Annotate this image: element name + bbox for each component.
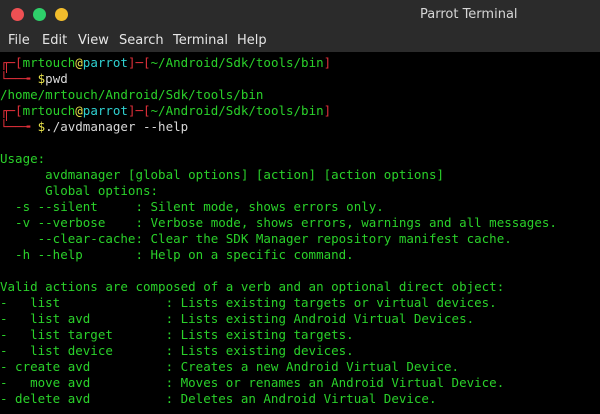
prompt-path: ~/Android/Sdk/tools/bin (150, 103, 324, 118)
minimize-window-button[interactable] (55, 8, 68, 21)
menu-view[interactable]: View (78, 33, 109, 48)
help-line: -h --help : Help on a specific command. (0, 247, 354, 262)
maximize-window-button[interactable] (33, 8, 46, 21)
window-title: Parrot Terminal (420, 7, 518, 22)
help-line: -v --verbose : Verbose mode, shows error… (0, 215, 557, 230)
command-line: └──╼ $./avdmanager --help (0, 119, 189, 134)
menu-search[interactable]: Search (119, 33, 164, 48)
menu-bar: File Edit View Search Terminal Help (0, 30, 600, 52)
help-line: - list : Lists existing targets or virtu… (0, 295, 497, 310)
prompt-host: parrot (82, 55, 128, 70)
prompt-path: ~/Android/Sdk/tools/bin (150, 55, 324, 70)
command-text: pwd (45, 71, 68, 86)
help-line: -s --silent : Silent mode, shows errors … (0, 199, 384, 214)
pwd-output: /home/mrtouch/Android/Sdk/tools/bin (0, 87, 264, 102)
menu-help[interactable]: Help (237, 33, 267, 48)
help-line: - move avd : Moves or renames an Android… (0, 375, 505, 390)
command-line: └──╼ $pwd (0, 71, 68, 86)
terminal-output[interactable]: ┌─[mrtouch@parrot]─[~/Android/Sdk/tools/… (0, 52, 600, 414)
menu-file[interactable]: File (8, 33, 30, 48)
prompt-line: ┌─[mrtouch@parrot]─[~/Android/Sdk/tools/… (0, 103, 332, 118)
menu-edit[interactable]: Edit (42, 33, 67, 48)
help-line: Usage: (0, 151, 46, 166)
help-line: - list avd : Lists existing Android Virt… (0, 311, 475, 326)
help-line: - list device : Lists existing devices. (0, 343, 354, 358)
prompt-user: mrtouch (22, 55, 76, 70)
prompt-host: parrot (82, 103, 128, 118)
help-line: - list target : Lists existing targets. (0, 327, 354, 342)
help-line: --clear-cache: Clear the SDK Manager rep… (0, 231, 512, 246)
command-text: ./avdmanager --help (45, 119, 189, 134)
prompt-at: @ (75, 55, 83, 70)
close-window-button[interactable] (11, 8, 24, 21)
terminal-window: Parrot Terminal File Edit View Search Te… (0, 0, 600, 414)
title-bar: Parrot Terminal (0, 0, 600, 30)
prompt-user: mrtouch (22, 103, 76, 118)
help-line: Valid actions are composed of a verb and… (0, 279, 505, 294)
help-line: - create avd : Creates a new Android Vir… (0, 359, 460, 374)
help-line: - delete avd : Deletes an Android Virtua… (0, 391, 437, 406)
help-line: avdmanager [global options] [action] [ac… (0, 167, 445, 182)
menu-terminal[interactable]: Terminal (173, 33, 228, 48)
prompt-at: @ (75, 103, 83, 118)
help-line: Global options: (0, 183, 159, 198)
prompt-line: ┌─[mrtouch@parrot]─[~/Android/Sdk/tools/… (0, 55, 332, 70)
